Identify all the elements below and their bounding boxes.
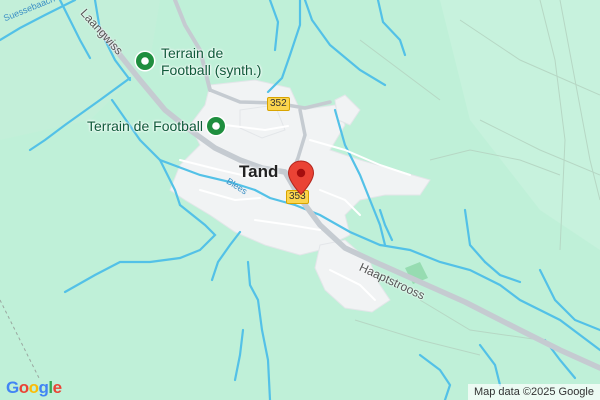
poi-label-line-1: Terrain de Football (87, 118, 203, 134)
football-pitch-pin-icon[interactable] (134, 50, 156, 72)
poi-label-football-synth[interactable]: Terrain de Football (synth.) (161, 45, 261, 79)
town-label[interactable]: Tand (239, 162, 278, 182)
poi-label-line-1: Terrain de (161, 45, 224, 61)
football-pitch-pin-icon[interactable] (205, 115, 227, 137)
map-attribution[interactable]: Map data ©2025 Google (467, 384, 600, 400)
poi-label-line-2: Football (synth.) (161, 62, 262, 78)
location-pin-icon[interactable] (287, 160, 315, 201)
poi-label-football[interactable]: Terrain de Football (87, 118, 203, 135)
map-canvas[interactable]: Suessebaach Blees Laangwiss Haaptstrooss… (0, 0, 600, 400)
route-shield-352: 352 (267, 97, 290, 111)
google-logo[interactable]: Google (6, 378, 62, 398)
